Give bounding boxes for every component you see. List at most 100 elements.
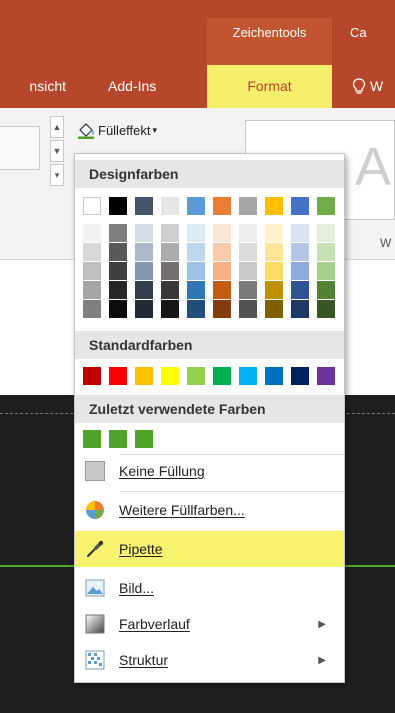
theme-color-shade-swatch[interactable] <box>135 300 153 318</box>
standard-color-swatch[interactable] <box>83 367 101 385</box>
theme-color-shade-swatch[interactable] <box>265 243 283 261</box>
theme-color-shade-swatch[interactable] <box>291 224 309 242</box>
theme-color-swatch[interactable] <box>161 197 179 215</box>
theme-color-shade-swatch[interactable] <box>161 243 179 261</box>
theme-color-shade-swatch[interactable] <box>187 224 205 242</box>
theme-color-swatch[interactable] <box>317 197 335 215</box>
theme-color-shade-swatch[interactable] <box>317 262 335 280</box>
menu-item-gradient[interactable]: Farbverlauf ▶ <box>75 606 344 642</box>
theme-color-shade-swatch[interactable] <box>239 224 257 242</box>
theme-color-shade-swatch[interactable] <box>109 224 127 242</box>
theme-color-shade-swatch[interactable] <box>161 300 179 318</box>
theme-color-shade-swatch[interactable] <box>213 262 231 280</box>
chevron-right-icon: ▶ <box>318 618 326 630</box>
theme-color-swatch[interactable] <box>109 197 127 215</box>
shape-fill-dropdown: Designfarben Standardfarben Zuletzt verw… <box>74 153 345 683</box>
theme-color-shade-swatch[interactable] <box>291 243 309 261</box>
tab-format[interactable]: Format <box>207 65 332 108</box>
theme-color-swatch[interactable] <box>239 197 257 215</box>
theme-color-shade-swatch[interactable] <box>291 300 309 318</box>
gradient-icon <box>85 614 105 634</box>
shape-style-gallery[interactable] <box>0 126 40 170</box>
theme-color-shade-swatch[interactable] <box>109 281 127 299</box>
theme-color-shade-swatch[interactable] <box>213 281 231 299</box>
standard-color-swatch[interactable] <box>187 367 205 385</box>
standard-color-swatch[interactable] <box>135 367 153 385</box>
gallery-scroll: ▲ ▼ ▾ <box>50 116 64 186</box>
standard-color-swatch[interactable] <box>291 367 309 385</box>
paint-bucket-icon <box>78 123 94 139</box>
theme-color-shade-swatch[interactable] <box>239 300 257 318</box>
theme-color-shade-swatch[interactable] <box>135 243 153 261</box>
theme-color-shade-swatch[interactable] <box>265 300 283 318</box>
theme-color-shade-swatch[interactable] <box>135 281 153 299</box>
standard-color-swatch[interactable] <box>109 367 127 385</box>
theme-color-swatch[interactable] <box>187 197 205 215</box>
chevron-right-icon: ▶ <box>318 654 326 666</box>
standard-color-swatch[interactable] <box>239 367 257 385</box>
theme-color-shade-swatch[interactable] <box>83 243 101 261</box>
standard-color-swatch[interactable] <box>161 367 179 385</box>
more-fill-colors-label: Weitere Füllfarben... <box>119 502 245 518</box>
tab-add-ins[interactable]: Add-Ins <box>108 65 178 108</box>
theme-color-shade-swatch[interactable] <box>135 224 153 242</box>
contextual-tab-group-label: Zeichentools <box>207 18 332 65</box>
theme-color-shade-swatch[interactable] <box>265 281 283 299</box>
theme-color-swatch[interactable] <box>83 197 101 215</box>
theme-color-shade-swatch[interactable] <box>187 243 205 261</box>
theme-color-shade-swatch[interactable] <box>239 262 257 280</box>
menu-item-texture[interactable]: Struktur ▶ <box>75 642 344 678</box>
theme-color-shade-swatch[interactable] <box>213 243 231 261</box>
picture-icon <box>85 578 105 598</box>
theme-color-shade-swatch[interactable] <box>161 224 179 242</box>
theme-color-shade-swatch[interactable] <box>187 281 205 299</box>
standard-color-swatch[interactable] <box>317 367 335 385</box>
contextual-tab-group-next: Ca <box>350 25 367 40</box>
theme-color-shade-swatch[interactable] <box>239 243 257 261</box>
recent-color-swatch[interactable] <box>83 430 101 448</box>
gallery-more[interactable]: ▾ <box>50 164 64 186</box>
menu-item-more-fill-colors[interactable]: Weitere Füllfarben... <box>75 492 344 528</box>
recent-color-swatch[interactable] <box>135 430 153 448</box>
recent-color-swatch[interactable] <box>109 430 127 448</box>
theme-color-swatch[interactable] <box>213 197 231 215</box>
theme-color-shade-swatch[interactable] <box>213 300 231 318</box>
theme-color-shade-swatch[interactable] <box>83 281 101 299</box>
standard-color-swatch[interactable] <box>213 367 231 385</box>
theme-color-swatch[interactable] <box>291 197 309 215</box>
theme-color-shade-swatch[interactable] <box>187 300 205 318</box>
theme-color-shade-swatch[interactable] <box>109 262 127 280</box>
theme-color-shade-swatch[interactable] <box>83 262 101 280</box>
gallery-scroll-down[interactable]: ▼ <box>50 140 64 162</box>
theme-color-shade-swatch[interactable] <box>161 281 179 299</box>
theme-color-shade-swatch[interactable] <box>83 224 101 242</box>
theme-color-shade-swatch[interactable] <box>265 224 283 242</box>
theme-color-shade-swatch[interactable] <box>317 281 335 299</box>
theme-color-shade-swatch[interactable] <box>187 262 205 280</box>
theme-color-shade-swatch[interactable] <box>317 243 335 261</box>
theme-color-shade-swatch[interactable] <box>161 262 179 280</box>
theme-color-swatch[interactable] <box>135 197 153 215</box>
standard-color-swatch[interactable] <box>265 367 283 385</box>
menu-item-eyedropper[interactable]: Pipette <box>75 531 344 567</box>
theme-color-shade-swatch[interactable] <box>317 224 335 242</box>
menu-item-no-fill[interactable]: Keine Füllung <box>75 453 344 489</box>
theme-color-shade-swatch[interactable] <box>83 300 101 318</box>
theme-color-shade-swatch[interactable] <box>109 300 127 318</box>
theme-color-shade-swatch[interactable] <box>135 262 153 280</box>
theme-color-swatch[interactable] <box>265 197 283 215</box>
chevron-down-icon: ▾ <box>152 124 158 135</box>
theme-color-shade-swatch[interactable] <box>265 262 283 280</box>
theme-color-shade-swatch[interactable] <box>239 281 257 299</box>
theme-color-shade-swatch[interactable] <box>291 281 309 299</box>
tab-ansicht[interactable]: nsicht <box>0 65 70 108</box>
theme-color-shade-swatch[interactable] <box>317 300 335 318</box>
menu-item-picture[interactable]: Bild... <box>75 570 344 606</box>
theme-color-shade-swatch[interactable] <box>291 262 309 280</box>
eyedropper-label: Pipette <box>119 541 163 557</box>
shape-fill-button[interactable]: Fülleffekt ▾ <box>77 118 157 142</box>
tab-tell-me[interactable]: W <box>352 65 395 108</box>
gallery-scroll-up[interactable]: ▲ <box>50 116 64 138</box>
theme-color-shade-swatch[interactable] <box>213 224 231 242</box>
theme-color-shade-swatch[interactable] <box>109 243 127 261</box>
